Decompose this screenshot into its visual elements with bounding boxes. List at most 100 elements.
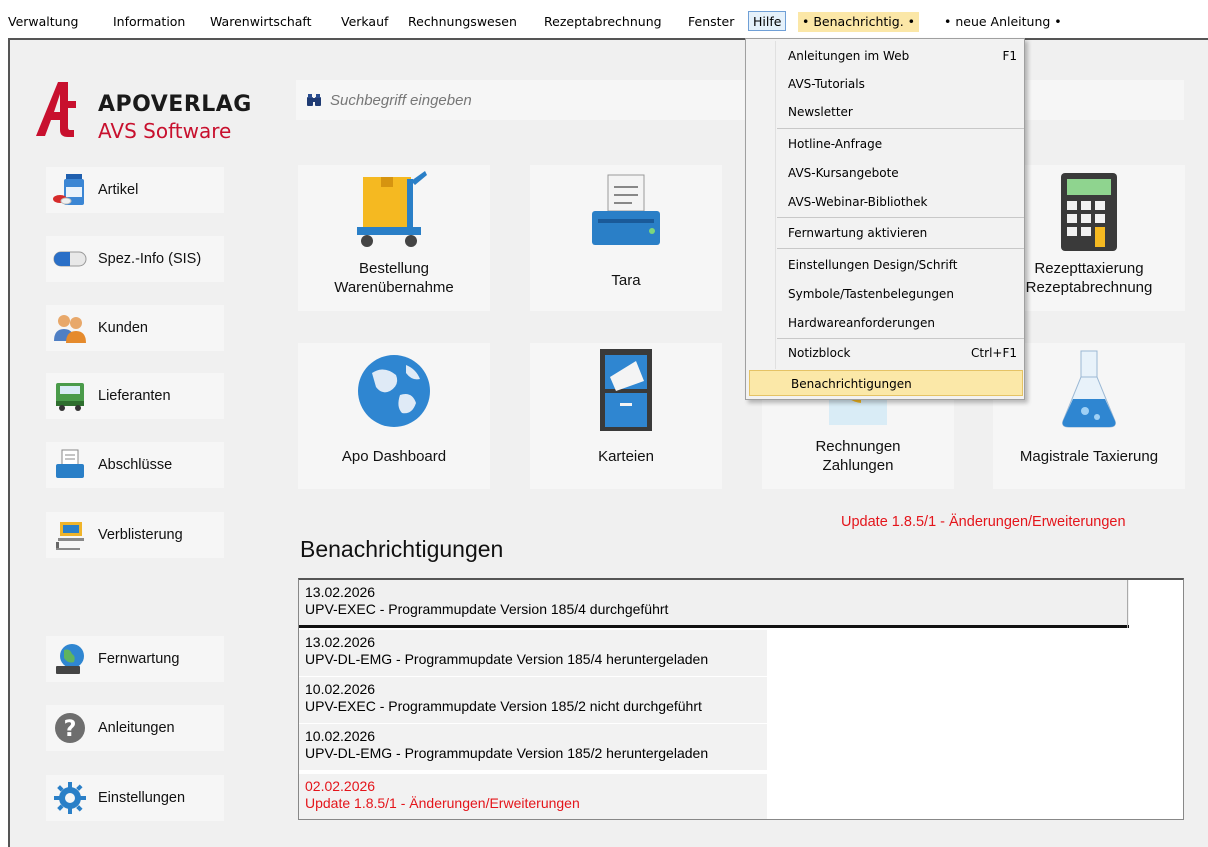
package-cart-icon — [357, 171, 427, 247]
notifications-list[interactable]: 13.02.2026 UPV-EXEC - Programmupdate Ver… — [298, 578, 1184, 820]
menu-item-benachrichtigungen[interactable]: Benachrichtigungen — [749, 370, 1023, 396]
binoculars-icon — [307, 94, 321, 106]
notification-date: 13.02.2026 — [305, 634, 376, 650]
menu-separator — [777, 338, 1024, 339]
gear-icon — [54, 782, 86, 814]
receipt-printer-icon — [56, 449, 84, 478]
list-column-divider — [1127, 580, 1183, 628]
medicine-bottle-icon — [53, 174, 84, 205]
sidebar-label-anleitungen: Anleitungen — [98, 720, 175, 736]
sidebar-label-verblisterung: Verblisterung — [98, 527, 183, 543]
sidebar-label-fernwartung: Fernwartung — [98, 651, 180, 667]
sidebar-label-kunden: Kunden — [98, 320, 148, 336]
sidebar-item-fernwartung[interactable]: Fernwartung — [46, 636, 224, 682]
menu-rezeptabrechnung[interactable]: Rezeptabrechnung — [544, 12, 662, 32]
tile-bestellung[interactable]: Bestellung Warenübernahme — [298, 165, 490, 311]
update-link[interactable]: Update 1.8.5/1 - Änderungen/Erweiterunge… — [841, 514, 1126, 530]
notification-text: UPV-DL-EMG - Programmupdate Version 185/… — [305, 745, 709, 761]
sidebar-item-verblisterung[interactable]: Verblisterung — [46, 512, 224, 558]
menu-item-notizblock[interactable]: Notizblock Ctrl+F1 — [747, 340, 1023, 366]
logo-subtitle: AVS Software — [98, 119, 232, 143]
globe-icon — [358, 355, 430, 427]
logo-name: APOVERLAG — [98, 92, 252, 117]
notification-date: 02.02.2026 — [305, 778, 376, 794]
menu-item-hardwareanforderungen[interactable]: Hardwareanforderungen — [747, 310, 1023, 336]
menu-item-anleitungen-web[interactable]: Anleitungen im Web F1 — [747, 43, 1023, 69]
list-item[interactable]: 13.02.2026 UPV-DL-EMG - Programmupdate V… — [299, 630, 767, 676]
menu-item-hotline-anfrage[interactable]: Hotline-Anfrage — [747, 131, 1023, 157]
menu-fenster[interactable]: Fenster — [688, 12, 734, 32]
filing-cabinet-icon — [600, 349, 652, 431]
menu-verkauf[interactable]: Verkauf — [341, 12, 388, 32]
menu-item-shortcut: F1 — [1002, 49, 1017, 63]
tile-label-magistrale-taxierung: Magistrale Taxierung — [1019, 448, 1159, 465]
menu-item-symbole-tastenbelegungen[interactable]: Symbole/Tastenbelegungen — [747, 281, 1023, 307]
menubar: Verwaltung Information Warenwirtschaft V… — [0, 0, 1208, 38]
menu-item-fernwartung-aktivieren[interactable]: Fernwartung aktivieren — [747, 220, 1023, 246]
calculator-icon — [1061, 173, 1117, 251]
menu-separator — [777, 128, 1024, 129]
search-placeholder: Suchbegriff eingeben — [330, 92, 472, 109]
tile-label-karteien: Karteien — [598, 448, 654, 465]
menu-verwaltung[interactable]: Verwaltung — [8, 12, 78, 32]
menu-information[interactable]: Information — [113, 12, 185, 32]
sidebar-item-spez-info[interactable]: Spez.-Info (SIS) — [46, 236, 224, 282]
sidebar-item-abschluesse[interactable]: Abschlüsse — [46, 442, 224, 488]
menu-benachrichtigungen[interactable]: • Benachrichtig. • — [798, 12, 920, 32]
notification-text: Update 1.8.5/1 - Änderungen/Erweiterunge… — [305, 795, 580, 811]
sidebar-label-spez-info: Spez.-Info (SIS) — [98, 251, 202, 267]
menu-item-kursangebote[interactable]: AVS-Kursangebote — [747, 160, 1023, 186]
menu-warenwirtschaft[interactable]: Warenwirtschaft — [210, 12, 311, 32]
sidebar-item-kunden[interactable]: Kunden — [46, 305, 224, 351]
tile-label-tara: Tara — [611, 272, 641, 289]
sidebar-label-einstellungen: Einstellungen — [98, 790, 186, 806]
globe-computer-icon — [56, 644, 84, 674]
tile-label-rechnungen: Rechnungen Zahlungen — [815, 438, 901, 474]
sidebar-label-lieferanten: Lieferanten — [98, 388, 171, 404]
tile-tara[interactable]: Tara — [530, 165, 722, 311]
list-item[interactable]: 13.02.2026 UPV-EXEC - Programmupdate Ver… — [299, 580, 1129, 628]
apoverlag-logo-icon — [36, 82, 76, 137]
truck-icon — [56, 383, 84, 411]
tile-apo-dashboard[interactable]: Apo Dashboard — [298, 343, 490, 489]
capsule-icon — [53, 251, 87, 267]
notification-text: UPV-DL-EMG - Programmupdate Version 185/… — [305, 651, 709, 667]
tile-label-bestellung: Bestellung Warenübernahme — [334, 260, 454, 296]
notification-text: UPV-EXEC - Programmupdate Version 185/2 … — [305, 698, 702, 714]
svg-text:?: ? — [64, 717, 77, 742]
menu-item-newsletter[interactable]: Newsletter — [747, 99, 1023, 125]
notifications-title: Benachrichtigungen — [300, 536, 504, 562]
blister-machine-icon — [56, 522, 84, 550]
sidebar-label-abschluesse: Abschlüsse — [98, 457, 173, 473]
menu-separator — [777, 248, 1024, 249]
tile-karteien[interactable]: Karteien — [530, 343, 722, 489]
menu-neue-anleitung[interactable]: • neue Anleitung • — [944, 12, 1062, 32]
menu-item-shortcut: Ctrl+F1 — [971, 346, 1017, 360]
menu-rechnungswesen[interactable]: Rechnungswesen — [408, 12, 517, 32]
customers-icon — [54, 315, 86, 343]
sidebar-item-lieferanten[interactable]: Lieferanten — [46, 373, 224, 419]
notification-date: 10.02.2026 — [305, 681, 376, 697]
menu-item-label: Anleitungen im Web — [788, 49, 910, 63]
menu-separator — [777, 217, 1024, 218]
receipt-printer-icon — [592, 174, 660, 245]
menu-item-label: Notizblock — [788, 346, 851, 360]
notification-date: 13.02.2026 — [305, 584, 376, 600]
tile-label-apo-dashboard: Apo Dashboard — [341, 448, 447, 465]
menu-hilfe[interactable]: Hilfe — [748, 11, 787, 31]
sidebar-label-artikel: Artikel — [98, 182, 139, 198]
list-item[interactable]: 10.02.2026 UPV-DL-EMG - Programmupdate V… — [299, 724, 767, 770]
help-menu-dropdown: Anleitungen im Web F1 AVS-Tutorials News… — [745, 38, 1025, 400]
notification-date: 10.02.2026 — [305, 728, 376, 744]
list-item[interactable]: 10.02.2026 UPV-EXEC - Programmupdate Ver… — [299, 677, 767, 723]
sidebar-item-artikel[interactable]: Artikel — [46, 167, 224, 213]
question-mark-icon: ? — [55, 713, 85, 743]
sidebar-item-anleitungen[interactable]: ? Anleitungen — [46, 705, 224, 751]
sidebar-item-einstellungen[interactable]: Einstellungen — [46, 775, 224, 821]
menu-item-webinar-bibliothek[interactable]: AVS-Webinar-Bibliothek — [747, 189, 1023, 215]
notification-text: UPV-EXEC - Programmupdate Version 185/4 … — [305, 601, 669, 617]
menu-item-design-schrift[interactable]: Einstellungen Design/Schrift — [747, 252, 1023, 278]
flask-icon — [1062, 350, 1116, 428]
list-item[interactable]: 02.02.2026 Update 1.8.5/1 - Änderungen/E… — [299, 774, 767, 819]
menu-item-avs-tutorials[interactable]: AVS-Tutorials — [747, 71, 1023, 97]
